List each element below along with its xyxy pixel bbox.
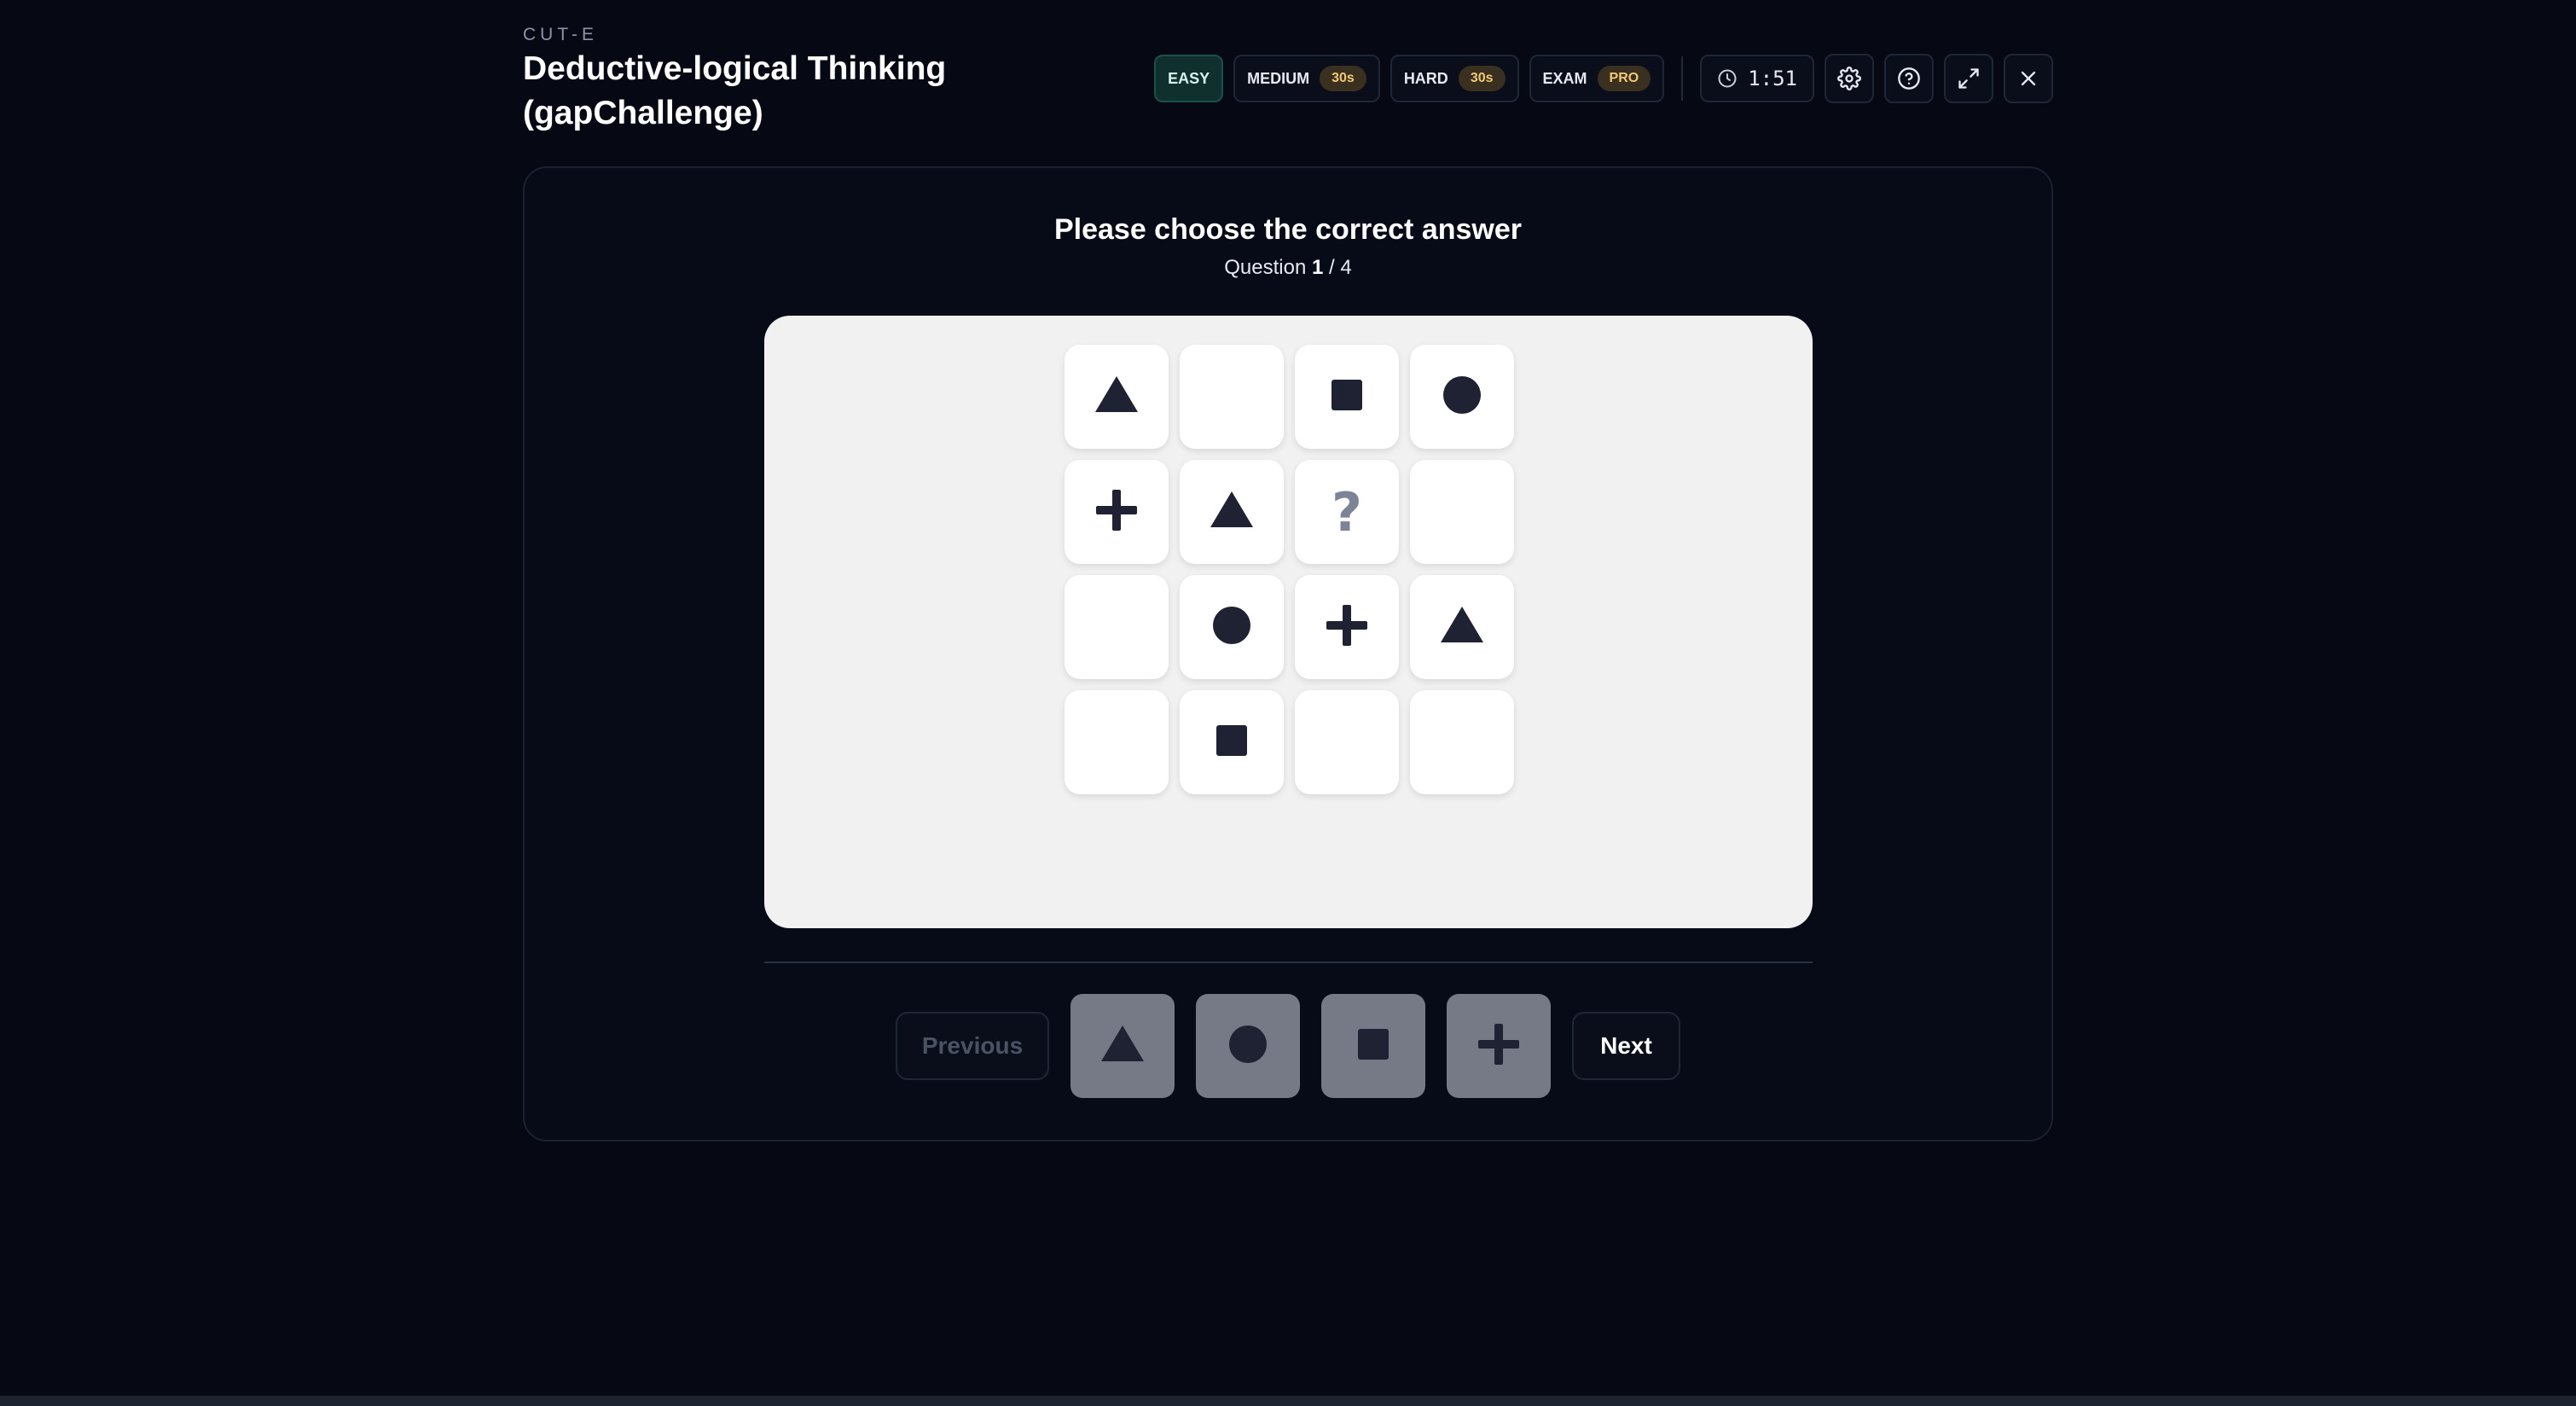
triangle-icon: [1436, 600, 1488, 655]
time-badge: 30s: [1320, 66, 1366, 91]
grid-cell-r4c3: [1295, 690, 1399, 794]
grid-cell-r2c4: [1410, 460, 1514, 564]
question-current: 1: [1312, 256, 1324, 279]
question-card: Please choose the correct answer Questio…: [523, 166, 2053, 1142]
timer-value: 1:51: [1748, 67, 1797, 90]
grid-cell-r3c2: [1180, 575, 1284, 679]
difficulty-label: EXAM: [1542, 69, 1587, 87]
difficulty-label: MEDIUM: [1247, 69, 1310, 87]
question-label: Question: [1224, 256, 1307, 279]
expand-icon: [1957, 67, 1981, 90]
question-separator: /: [1329, 256, 1335, 279]
grid-cell-r2c1: [1065, 460, 1169, 564]
previous-button[interactable]: Previous: [896, 1012, 1049, 1080]
difficulty-easy-button[interactable]: EASY: [1154, 55, 1224, 102]
circle-icon: [1222, 1019, 1273, 1074]
brand-label: CUT-E: [523, 25, 598, 44]
grid-cell-r1c4: [1410, 345, 1514, 449]
pro-badge: PRO: [1597, 66, 1651, 91]
puzzle-board: ?: [764, 316, 1813, 928]
grid-cell-r4c4: [1410, 690, 1514, 794]
section-divider: [764, 962, 1813, 963]
plus-icon: [1091, 485, 1142, 540]
next-button[interactable]: Next: [1572, 1012, 1680, 1080]
option-circle-button[interactable]: [1196, 994, 1300, 1098]
plus-icon: [1473, 1019, 1524, 1074]
triangle-icon: [1206, 485, 1257, 540]
circle-icon: [1206, 600, 1257, 655]
grid-cell-r1c1: [1065, 345, 1169, 449]
grid-cell-r3c1: [1065, 575, 1169, 679]
difficulty-exam-button[interactable]: EXAM PRO: [1529, 55, 1665, 102]
grid-cell-r1c2: [1180, 345, 1284, 449]
fullscreen-button[interactable]: [1944, 54, 1993, 103]
grid-cell-r3c4: [1410, 575, 1514, 679]
square-icon: [1348, 1019, 1399, 1074]
page-title: Deductive-logical Thinking (gapChallenge…: [523, 50, 947, 131]
gear-icon: [1837, 67, 1861, 90]
grid-cell-r2c3: ?: [1295, 460, 1399, 564]
clock-icon: [1717, 68, 1738, 89]
question-counter: Question 1 / 4: [525, 256, 2051, 280]
help-button[interactable]: [1884, 54, 1934, 103]
missing-cell-marker: ?: [1332, 480, 1362, 543]
question-prompt: Please choose the correct answer: [1053, 213, 1523, 246]
close-icon: [2016, 67, 2040, 90]
circle-icon: [1436, 369, 1488, 425]
plus-icon: [1321, 600, 1372, 655]
grid-cell-r4c1: [1065, 690, 1169, 794]
grid-cell-r2c2: [1180, 460, 1284, 564]
grid-cell-r3c3: [1295, 575, 1399, 679]
option-triangle-button[interactable]: [1070, 994, 1175, 1098]
answer-bar: Previous Next: [525, 994, 2051, 1098]
triangle-icon: [1097, 1019, 1148, 1074]
option-plus-button[interactable]: [1447, 994, 1551, 1098]
bottom-bar: [0, 1396, 2576, 1406]
question-total: 4: [1340, 256, 1352, 279]
time-badge: 30s: [1458, 66, 1506, 91]
grid-cell-r1c3: [1295, 345, 1399, 449]
difficulty-medium-button[interactable]: MEDIUM 30s: [1233, 55, 1380, 102]
difficulty-label: EASY: [1168, 69, 1210, 87]
difficulty-label: HARD: [1403, 69, 1448, 87]
grid-cell-r4c2: [1180, 690, 1284, 794]
option-square-button[interactable]: [1321, 994, 1425, 1098]
difficulty-hard-button[interactable]: HARD 30s: [1390, 55, 1519, 102]
timer: 1:51: [1700, 55, 1814, 102]
triangle-icon: [1091, 369, 1142, 425]
toolbar: EASY MEDIUM 30s HARD 30s EXAM PRO 1:51: [1154, 54, 2053, 103]
square-icon: [1206, 715, 1257, 770]
puzzle-grid: ?: [1065, 345, 1514, 794]
toolbar-divider: [1681, 56, 1684, 101]
settings-button[interactable]: [1825, 54, 1874, 103]
square-icon: [1321, 369, 1372, 425]
close-button[interactable]: [2004, 54, 2053, 103]
help-circle-icon: [1897, 67, 1921, 90]
